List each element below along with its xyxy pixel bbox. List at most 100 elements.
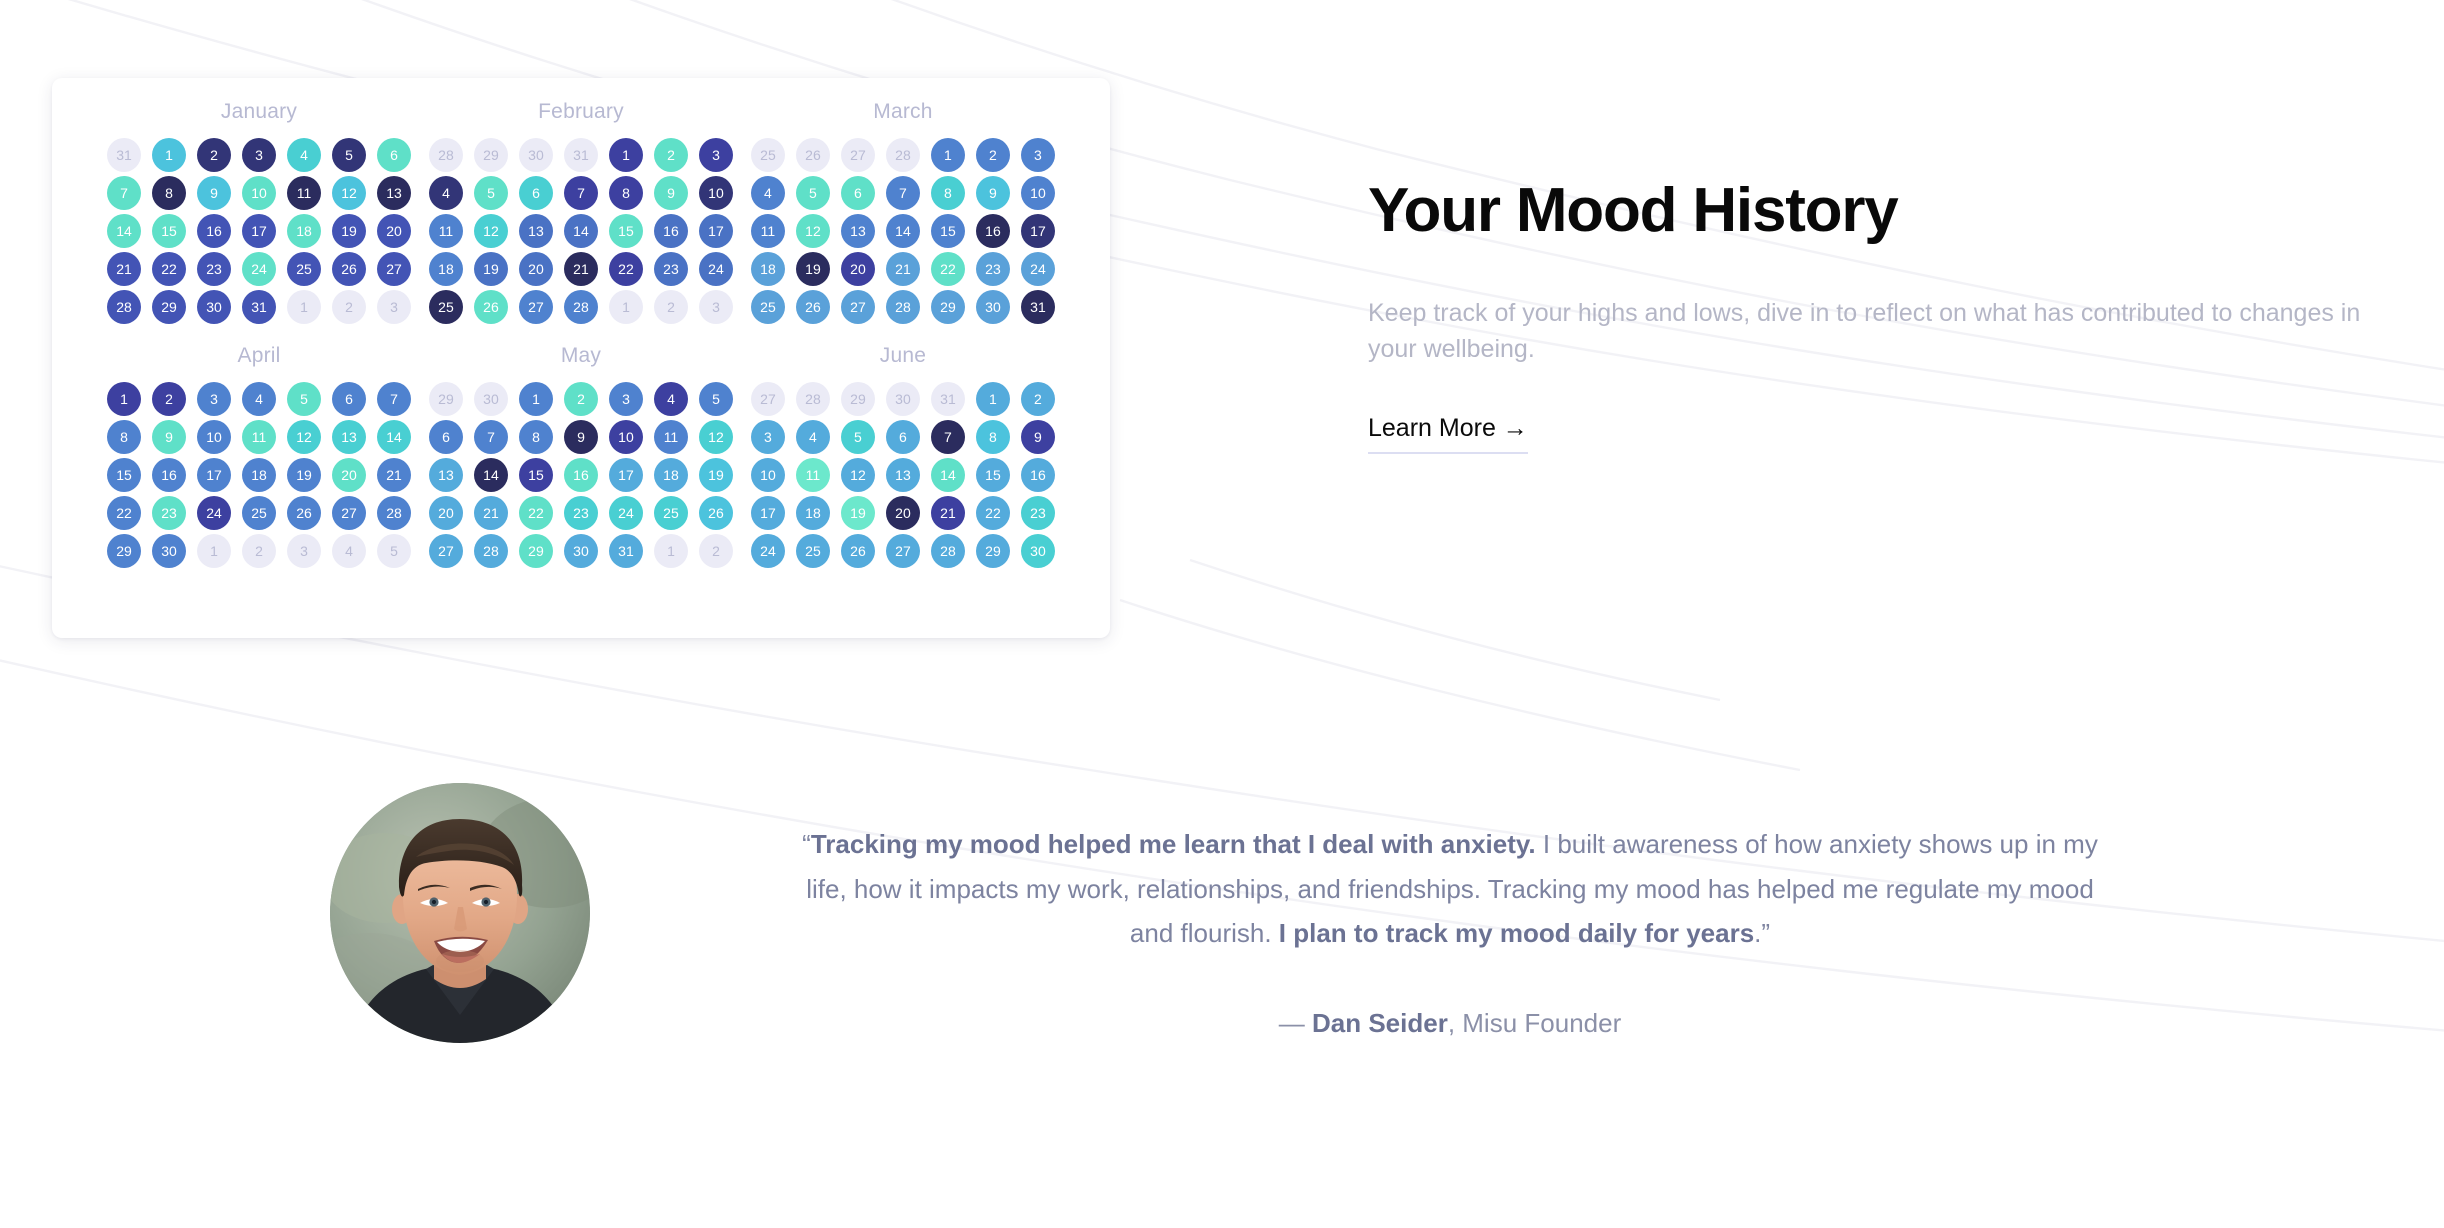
day-dot[interactable]: 8 — [975, 420, 1010, 454]
day-dot[interactable]: 3 — [750, 420, 785, 454]
day-dot[interactable]: 23 — [1020, 496, 1055, 530]
day-dot[interactable]: 14 — [930, 458, 965, 492]
day-dot[interactable]: 17 — [1020, 214, 1055, 248]
day-dot[interactable]: 9 — [975, 176, 1010, 210]
day-dot[interactable]: 13 — [840, 214, 875, 248]
day-dot[interactable]: 3 — [698, 138, 733, 172]
day-dot[interactable]: 29 — [473, 138, 508, 172]
day-dot[interactable]: 24 — [196, 496, 231, 530]
day-dot[interactable]: 25 — [795, 534, 830, 568]
day-dot[interactable]: 18 — [428, 252, 463, 286]
day-dot[interactable]: 10 — [196, 420, 231, 454]
day-dot[interactable]: 19 — [698, 458, 733, 492]
day-dot[interactable]: 24 — [698, 252, 733, 286]
day-dot[interactable]: 1 — [975, 382, 1010, 416]
day-dot[interactable]: 16 — [151, 458, 186, 492]
day-dot[interactable]: 25 — [428, 290, 463, 324]
day-dot[interactable]: 11 — [286, 176, 321, 210]
day-dot[interactable]: 29 — [930, 290, 965, 324]
day-dot[interactable]: 20 — [428, 496, 463, 530]
day-dot[interactable]: 5 — [331, 138, 366, 172]
day-dot[interactable]: 25 — [653, 496, 688, 530]
day-dot[interactable]: 25 — [286, 252, 321, 286]
day-dot[interactable]: 28 — [885, 138, 920, 172]
day-dot[interactable]: 17 — [698, 214, 733, 248]
day-dot[interactable]: 10 — [1020, 176, 1055, 210]
day-dot[interactable]: 18 — [653, 458, 688, 492]
day-dot[interactable]: 13 — [428, 458, 463, 492]
day-dot[interactable]: 2 — [331, 290, 366, 324]
day-dot[interactable]: 26 — [795, 138, 830, 172]
day-dot[interactable]: 23 — [151, 496, 186, 530]
day-dot[interactable]: 29 — [518, 534, 553, 568]
day-dot[interactable]: 21 — [376, 458, 411, 492]
day-dot[interactable]: 4 — [241, 382, 276, 416]
day-dot[interactable]: 31 — [608, 534, 643, 568]
day-dot[interactable]: 19 — [795, 252, 830, 286]
day-dot[interactable]: 12 — [331, 176, 366, 210]
day-dot[interactable]: 11 — [241, 420, 276, 454]
day-dot[interactable]: 12 — [795, 214, 830, 248]
day-dot[interactable]: 7 — [376, 382, 411, 416]
day-dot[interactable]: 17 — [241, 214, 276, 248]
day-dot[interactable]: 1 — [286, 290, 321, 324]
day-dot[interactable]: 15 — [930, 214, 965, 248]
day-dot[interactable]: 2 — [241, 534, 276, 568]
day-dot[interactable]: 16 — [653, 214, 688, 248]
day-dot[interactable]: 26 — [795, 290, 830, 324]
day-dot[interactable]: 12 — [698, 420, 733, 454]
day-dot[interactable]: 4 — [653, 382, 688, 416]
day-dot[interactable]: 2 — [975, 138, 1010, 172]
day-dot[interactable]: 15 — [106, 458, 141, 492]
day-dot[interactable]: 16 — [975, 214, 1010, 248]
day-dot[interactable]: 4 — [750, 176, 785, 210]
day-dot[interactable]: 3 — [1020, 138, 1055, 172]
day-dot[interactable]: 21 — [563, 252, 598, 286]
day-dot[interactable]: 6 — [840, 176, 875, 210]
day-dot[interactable]: 5 — [698, 382, 733, 416]
day-dot[interactable]: 28 — [473, 534, 508, 568]
day-dot[interactable]: 4 — [286, 138, 321, 172]
day-dot[interactable]: 24 — [1020, 252, 1055, 286]
day-dot[interactable]: 25 — [750, 138, 785, 172]
day-dot[interactable]: 7 — [473, 420, 508, 454]
day-dot[interactable]: 25 — [750, 290, 785, 324]
day-dot[interactable]: 2 — [653, 290, 688, 324]
day-dot[interactable]: 14 — [885, 214, 920, 248]
day-dot[interactable]: 21 — [473, 496, 508, 530]
day-dot[interactable]: 3 — [608, 382, 643, 416]
day-dot[interactable]: 1 — [196, 534, 231, 568]
day-dot[interactable]: 9 — [653, 176, 688, 210]
day-dot[interactable]: 6 — [518, 176, 553, 210]
day-dot[interactable]: 29 — [975, 534, 1010, 568]
day-dot[interactable]: 26 — [331, 252, 366, 286]
day-dot[interactable]: 29 — [151, 290, 186, 324]
day-dot[interactable]: 7 — [563, 176, 598, 210]
day-dot[interactable]: 11 — [750, 214, 785, 248]
day-dot[interactable]: 1 — [608, 290, 643, 324]
day-dot[interactable]: 1 — [518, 382, 553, 416]
day-dot[interactable]: 11 — [653, 420, 688, 454]
day-dot[interactable]: 1 — [106, 382, 141, 416]
day-dot[interactable]: 23 — [196, 252, 231, 286]
day-dot[interactable]: 14 — [376, 420, 411, 454]
day-dot[interactable]: 27 — [331, 496, 366, 530]
day-dot[interactable]: 28 — [795, 382, 830, 416]
day-dot[interactable]: 13 — [518, 214, 553, 248]
day-dot[interactable]: 22 — [608, 252, 643, 286]
day-dot[interactable]: 9 — [1020, 420, 1055, 454]
day-dot[interactable]: 18 — [795, 496, 830, 530]
day-dot[interactable]: 22 — [151, 252, 186, 286]
day-dot[interactable]: 26 — [473, 290, 508, 324]
day-dot[interactable]: 16 — [196, 214, 231, 248]
day-dot[interactable]: 3 — [698, 290, 733, 324]
day-dot[interactable]: 5 — [840, 420, 875, 454]
day-dot[interactable]: 25 — [241, 496, 276, 530]
day-dot[interactable]: 28 — [930, 534, 965, 568]
day-dot[interactable]: 28 — [563, 290, 598, 324]
day-dot[interactable]: 17 — [608, 458, 643, 492]
day-dot[interactable]: 16 — [1020, 458, 1055, 492]
day-dot[interactable]: 15 — [518, 458, 553, 492]
day-dot[interactable]: 20 — [518, 252, 553, 286]
day-dot[interactable]: 7 — [106, 176, 141, 210]
